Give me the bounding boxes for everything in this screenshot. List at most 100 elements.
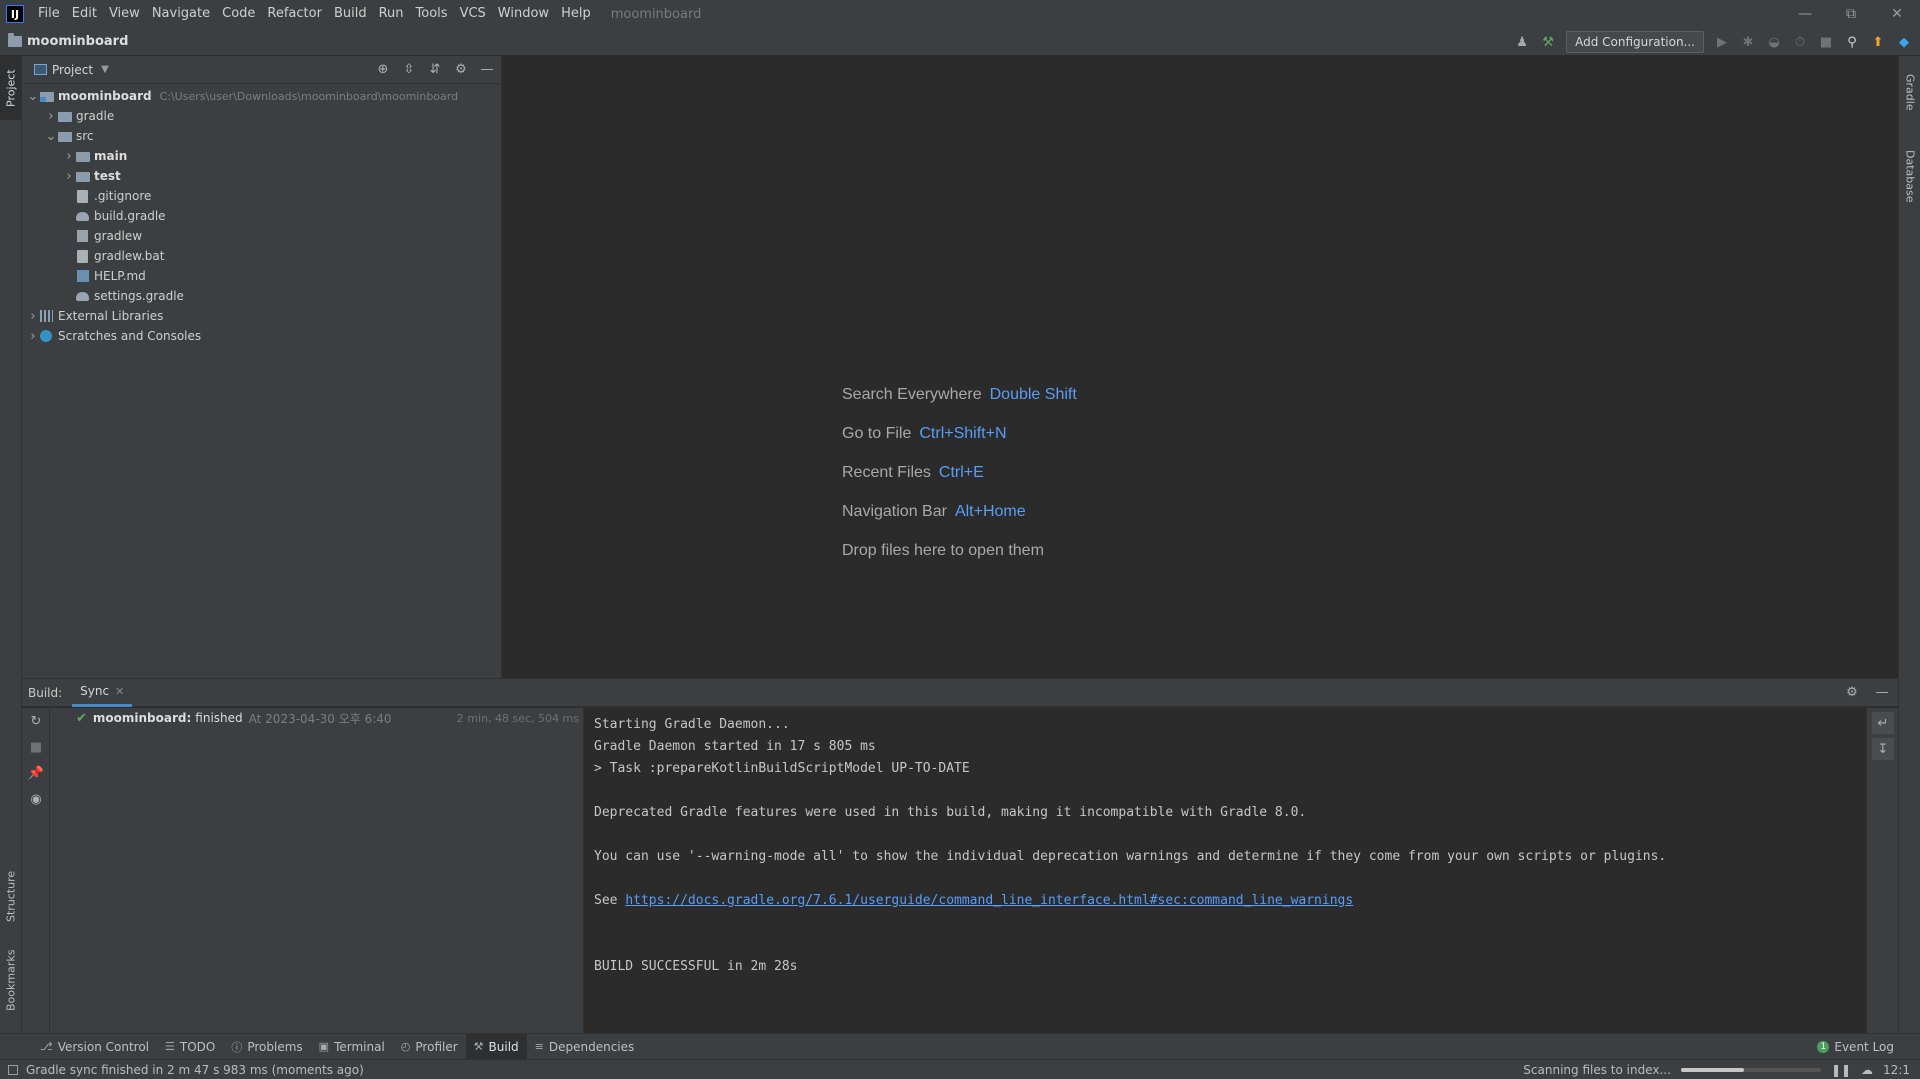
tool-tab-terminal[interactable]: ▣ Terminal: [311, 1034, 393, 1060]
menu-help[interactable]: Help: [555, 0, 597, 28]
chevron-down-icon[interactable]: ⌄: [26, 89, 40, 104]
tree-item[interactable]: › test: [22, 166, 501, 186]
run-icon[interactable]: ▶: [1714, 34, 1730, 50]
tool-tab-todo[interactable]: ☰ TODO: [157, 1034, 223, 1060]
gradle-file-icon: [76, 211, 89, 221]
locate-file-icon[interactable]: ⊕: [375, 60, 391, 78]
progress-fill: [1680, 1068, 1744, 1072]
hammer-build-icon[interactable]: ⚒: [1540, 34, 1556, 50]
menu-vcs[interactable]: VCS: [454, 0, 492, 28]
menu-code[interactable]: Code: [216, 0, 261, 28]
build-status: finished: [195, 711, 243, 725]
hide-panel-icon[interactable]: —: [1874, 683, 1890, 701]
pause-icon[interactable]: ❚❚: [1831, 1063, 1851, 1077]
scroll-to-end-icon[interactable]: ↧: [1872, 738, 1894, 760]
search-icon[interactable]: ⚲: [1844, 34, 1860, 50]
tree-item[interactable]: › main: [22, 146, 501, 166]
tree-item[interactable]: gradlew: [22, 226, 501, 246]
status-message[interactable]: Gradle sync finished in 2 m 47 s 983 ms …: [26, 1063, 364, 1077]
breadcrumb-project[interactable]: moominboard: [27, 34, 128, 49]
close-icon[interactable]: ✕: [1874, 0, 1920, 28]
editor-hint: Navigation Bar Alt+Home: [842, 503, 1077, 542]
tree-item[interactable]: › External Libraries: [22, 306, 501, 326]
tree-item[interactable]: .gitignore: [22, 186, 501, 206]
soft-wrap-icon[interactable]: ↵: [1872, 712, 1894, 734]
collapse-all-icon[interactable]: ⇵: [427, 60, 443, 78]
caret-position[interactable]: 12:1: [1883, 1063, 1910, 1077]
tree-item[interactable]: › gradle: [22, 106, 501, 126]
pin-icon[interactable]: 📌: [22, 760, 50, 786]
hide-panel-icon[interactable]: —: [479, 60, 495, 78]
status-panel-icon[interactable]: [8, 1064, 18, 1075]
eye-icon[interactable]: ◉: [22, 786, 50, 812]
profile-icon[interactable]: ⏱: [1792, 34, 1808, 50]
breadcrumb[interactable]: moominboard: [8, 33, 128, 49]
structure-tool-tab[interactable]: Structure: [0, 860, 22, 932]
gear-icon[interactable]: ⚙: [1844, 683, 1860, 701]
bookmarks-tool-tab[interactable]: Bookmarks: [0, 938, 22, 1022]
database-tool-tab[interactable]: Database: [1899, 136, 1920, 216]
menu-run[interactable]: Run: [373, 0, 410, 28]
sync-icon[interactable]: ↻: [22, 708, 50, 734]
tool-tab-version-control[interactable]: ⎇ Version Control: [32, 1034, 157, 1060]
menu-file[interactable]: File: [32, 0, 66, 28]
editor-hint: Search Everywhere Double Shift: [842, 386, 1077, 425]
project-tool-tab[interactable]: Project: [0, 56, 22, 120]
chevron-right-icon[interactable]: ›: [62, 149, 76, 164]
menu-view[interactable]: View: [103, 0, 146, 28]
chevron-right-icon[interactable]: ›: [62, 169, 76, 184]
minimize-icon[interactable]: —: [1782, 0, 1828, 28]
expand-all-icon[interactable]: ⇳: [401, 60, 417, 78]
tool-tab-build[interactable]: ⚒ Build: [465, 1033, 527, 1060]
tool-tab-dependencies[interactable]: ≡ Dependencies: [527, 1034, 643, 1060]
build-console-output[interactable]: Starting Gradle Daemon... Gradle Daemon s…: [584, 708, 1866, 1034]
gear-icon[interactable]: ⚙: [453, 60, 469, 78]
event-log-button[interactable]: 1 Event Log: [1817, 1034, 1894, 1060]
tool-tab-problems[interactable]: ⓘ Problems: [223, 1034, 310, 1060]
add-configuration-button[interactable]: Add Configuration...: [1566, 31, 1704, 53]
background-tasks-icon[interactable]: ☁: [1861, 1063, 1873, 1077]
chevron-down-icon[interactable]: ⌄: [44, 129, 58, 144]
project-view-selector[interactable]: Project: [52, 63, 93, 77]
menu-build[interactable]: Build: [328, 0, 373, 28]
tree-item[interactable]: settings.gradle: [22, 286, 501, 306]
editor-area[interactable]: Search Everywhere Double Shift Go to File C…: [502, 56, 1898, 678]
folder-module-icon: [40, 92, 54, 102]
update-icon[interactable]: ⬆: [1870, 34, 1886, 50]
build-timestamp: At 2023-04-30 오후 6:40: [248, 711, 392, 726]
tab-sync[interactable]: Sync ✕: [72, 679, 133, 707]
menu-refactor[interactable]: Refactor: [261, 0, 328, 28]
gradle-tool-tab[interactable]: Gradle: [1899, 62, 1920, 122]
console-line: Deprecated Gradle features were used in …: [594, 805, 1307, 820]
menu-window[interactable]: Window: [492, 0, 555, 28]
close-tab-icon[interactable]: ✕: [115, 685, 124, 698]
chevron-right-icon[interactable]: ›: [44, 109, 58, 124]
tree-item[interactable]: ⌄ moominboard C:\Users\user\Downloads\moom…: [22, 86, 501, 106]
folder-icon: [8, 33, 22, 47]
tree-item[interactable]: gradlew.bat: [22, 246, 501, 266]
user-icon[interactable]: ♟: [1514, 34, 1530, 50]
menu-tools[interactable]: Tools: [410, 0, 454, 28]
stop-icon[interactable]: ■: [1818, 34, 1834, 50]
stop-icon[interactable]: ■: [22, 734, 50, 760]
restore-icon[interactable]: ⧉: [1828, 0, 1874, 28]
chevron-right-icon[interactable]: ›: [26, 329, 40, 344]
tree-item[interactable]: HELP.md: [22, 266, 501, 286]
build-panel-header: Build: Sync ✕ ⚙ —: [22, 679, 1898, 707]
coverage-icon[interactable]: ◒: [1766, 34, 1782, 50]
build-tree-row[interactable]: ✔ moominboard: finished At 2023-04-30 오후…: [50, 708, 583, 728]
tree-item[interactable]: build.gradle: [22, 206, 501, 226]
tree-item[interactable]: › Scratches and Consoles: [22, 326, 501, 346]
menu-edit[interactable]: Edit: [66, 0, 103, 28]
debug-icon[interactable]: ✱: [1740, 34, 1756, 50]
tool-tab-profiler[interactable]: ◴ Profiler: [393, 1034, 466, 1060]
chevron-right-icon[interactable]: ›: [26, 309, 40, 324]
gradle-docs-link[interactable]: https://docs.gradle.org/7.6.1/userguide/…: [625, 893, 1353, 908]
menu-navigate[interactable]: Navigate: [146, 0, 216, 28]
indexing-status[interactable]: Scanning files to index...: [1523, 1063, 1671, 1077]
chevron-down-icon[interactable]: ▼: [101, 64, 109, 75]
tree-item[interactable]: ⌄ src: [22, 126, 501, 146]
toolbox-icon[interactable]: ◆: [1896, 34, 1912, 50]
